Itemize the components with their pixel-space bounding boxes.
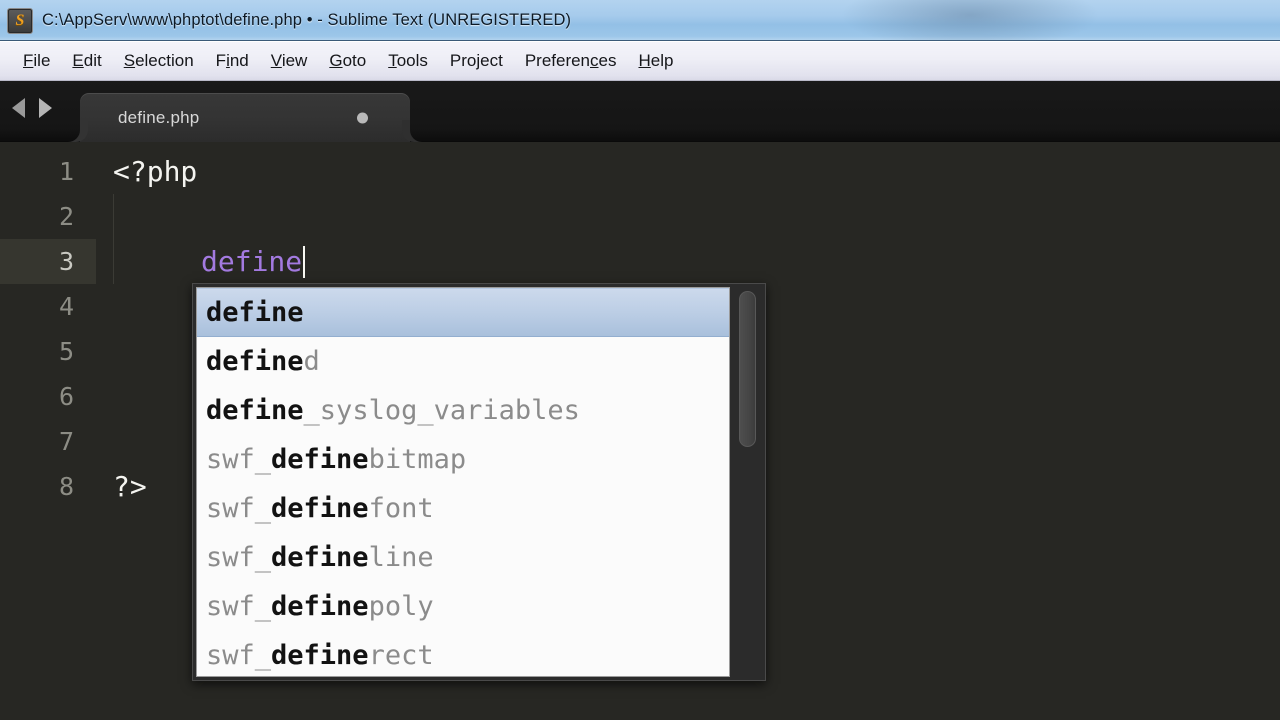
autocomplete-item[interactable]: define d (197, 337, 729, 386)
sublime-text-icon-letter: S (15, 11, 25, 29)
autocomplete-match-text: define (271, 542, 369, 573)
arrow-right-icon[interactable] (39, 98, 52, 118)
autocomplete-rest-text: d (303, 346, 320, 377)
line-number-gutter: 1 2 3 4 5 6 7 8 (0, 142, 96, 720)
line-number-8: 8 (58, 472, 74, 501)
menu-item-tools[interactable]: Tools (377, 48, 439, 75)
sublime-text-window: S C:\AppServ\www\phptot\define.php • - S… (0, 0, 1280, 720)
line-number-5: 5 (58, 337, 74, 366)
autocomplete-list[interactable]: define define d define _syslog_variables swf_… (196, 287, 730, 677)
autocomplete-scrollbar[interactable] (732, 287, 762, 677)
tab-nav-arrows (12, 98, 52, 118)
autocomplete-rest-text: swf_ (206, 493, 272, 524)
autocomplete-rest-text: swf_ (206, 444, 272, 475)
menu-item-view[interactable]: View (260, 48, 319, 75)
menu-item-find[interactable]: Find (205, 48, 260, 75)
autocomplete-rest-text: poly (368, 591, 434, 622)
text-cursor (303, 245, 306, 278)
autocomplete-rest-text: rect (368, 640, 434, 671)
autocomplete-item[interactable]: swf_ define line (197, 533, 729, 582)
menu-item-selection[interactable]: Selection (113, 48, 205, 75)
menu-bar: File Edit Selection Find View Goto Tools Projec… (0, 41, 1280, 81)
autocomplete-item[interactable]: swf_ define bitmap (197, 435, 729, 484)
code-token-fn: define (201, 245, 303, 278)
autocomplete-item[interactable]: define (197, 288, 729, 337)
sublime-text-icon: S (7, 7, 33, 34)
tab-label: define.php (118, 107, 200, 127)
autocomplete-rest-text: line (368, 542, 434, 573)
autocomplete-match-text: define (206, 346, 304, 377)
menu-item-help[interactable]: Help (627, 48, 684, 75)
autocomplete-match-text: define (271, 591, 369, 622)
line-number-4: 4 (58, 292, 74, 321)
autocomplete-item[interactable]: swf_ define font (197, 484, 729, 533)
menu-item-edit[interactable]: Edit (61, 48, 112, 75)
code-token-tag: ?> (113, 470, 147, 503)
autocomplete-item[interactable]: swf_ define rect (197, 631, 729, 676)
code-line-8: ?> (96, 464, 147, 509)
code-line-3: define (96, 239, 306, 284)
autocomplete-rest-text: font (368, 493, 434, 524)
arrow-left-icon[interactable] (12, 98, 25, 118)
autocomplete-rest-text: bitmap (368, 444, 467, 475)
menu-item-file[interactable]: File (12, 48, 61, 75)
autocomplete-popup[interactable]: define define d define _syslog_variables swf_… (192, 283, 766, 681)
line-number-6: 6 (58, 382, 74, 411)
code-line-1: <?php (96, 149, 197, 194)
line-number-3: 3 (0, 239, 96, 284)
line-number-2: 2 (58, 202, 74, 231)
autocomplete-item[interactable]: define _syslog_variables (197, 386, 729, 435)
tab-dirty-indicator-icon[interactable] (357, 112, 368, 123)
autocomplete-match-text: define (271, 640, 369, 671)
autocomplete-rest-text: _syslog_variables (303, 395, 580, 426)
autocomplete-item[interactable]: swf_ define poly (197, 582, 729, 631)
menu-item-project[interactable]: Project (439, 48, 514, 75)
autocomplete-rest-text: swf_ (206, 542, 272, 573)
line-number-7: 7 (58, 427, 74, 456)
line-number-1: 1 (58, 157, 74, 186)
tab-bar: define.php (0, 81, 1280, 142)
autocomplete-match-text: define (206, 395, 304, 426)
autocomplete-match-text: define (271, 493, 369, 524)
title-bar: S C:\AppServ\www\phptot\define.php • - S… (0, 0, 1280, 41)
code-token-tag: <?php (113, 155, 198, 188)
autocomplete-scrollbar-thumb[interactable] (739, 291, 756, 447)
autocomplete-match-text: define (206, 297, 304, 328)
tab-define-php[interactable]: define.php (80, 93, 410, 142)
menu-item-preferences[interactable]: Preferences (514, 48, 628, 75)
autocomplete-rest-text: swf_ (206, 640, 272, 671)
window-title: C:\AppServ\www\phptot\define.php • - Sub… (42, 11, 572, 29)
autocomplete-match-text: define (271, 444, 369, 475)
autocomplete-rest-text: swf_ (206, 591, 272, 622)
menu-item-goto[interactable]: Goto (318, 48, 377, 75)
